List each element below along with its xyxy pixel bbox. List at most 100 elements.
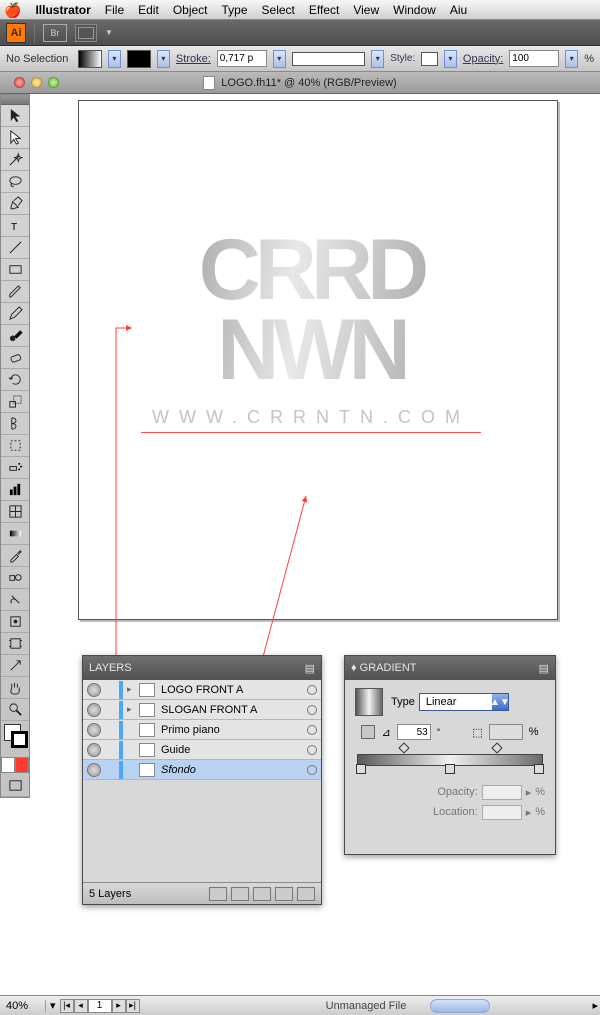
minimize-window-button[interactable] (31, 77, 42, 88)
arrange-documents-icon[interactable] (75, 24, 97, 42)
panel-menu-icon[interactable]: ▤ (305, 662, 315, 675)
style-swatch[interactable] (421, 52, 438, 66)
visibility-toggle-icon[interactable] (87, 743, 101, 757)
fill-stroke-control[interactable] (1, 721, 29, 757)
layer-row[interactable]: ▸ LOGO FRONT A (83, 680, 321, 700)
expand-icon[interactable]: ▸ (127, 684, 135, 695)
direct-selection-tool[interactable] (1, 127, 29, 149)
layer-name[interactable]: LOGO FRONT A (159, 684, 303, 696)
delete-layer-button[interactable] (297, 887, 315, 901)
menu-view[interactable]: View (353, 3, 379, 17)
menu-window[interactable]: Window (393, 3, 436, 17)
stroke-dropdown[interactable]: ▾ (157, 50, 170, 68)
layer-name[interactable]: Primo piano (159, 724, 303, 736)
locate-object-button[interactable] (209, 887, 227, 901)
stroke-box[interactable] (11, 731, 28, 748)
create-sublayer-button[interactable] (253, 887, 271, 901)
apple-menu[interactable]: 🍎 (4, 3, 21, 17)
zoom-level[interactable]: 40% (2, 1000, 46, 1012)
selection-tool[interactable] (1, 105, 29, 127)
horizontal-scrollbar[interactable] (430, 999, 490, 1013)
eraser-tool[interactable] (1, 347, 29, 369)
target-icon[interactable] (307, 725, 317, 735)
rotate-tool[interactable] (1, 369, 29, 391)
gradient-stop[interactable] (534, 764, 544, 774)
illustrator-icon[interactable]: Ai (6, 23, 26, 43)
visibility-toggle-icon[interactable] (87, 683, 101, 697)
menu-object[interactable]: Object (173, 3, 208, 17)
opacity-input[interactable] (509, 50, 559, 67)
prev-artboard-button[interactable]: ◂ (74, 999, 88, 1013)
pen-tool[interactable] (1, 193, 29, 215)
mesh-tool[interactable] (1, 501, 29, 523)
live-paint-selection-tool[interactable] (1, 611, 29, 633)
layer-row[interactable]: ▸ SLOGAN FRONT A (83, 700, 321, 720)
type-tool[interactable]: T (1, 215, 29, 237)
stroke-weight-dropdown[interactable]: ▾ (273, 50, 286, 68)
panel-menu-icon[interactable]: ▤ (539, 662, 549, 675)
gradient-ramp[interactable] (357, 744, 543, 774)
aspect-ratio-input[interactable] (489, 724, 523, 740)
gradient-stop[interactable] (356, 764, 366, 774)
menu-type[interactable]: Type (222, 3, 248, 17)
opacity-dropdown[interactable]: ▾ (565, 50, 578, 68)
last-artboard-button[interactable]: ▸| (126, 999, 140, 1013)
line-tool[interactable] (1, 237, 29, 259)
color-mode-normal[interactable] (1, 757, 15, 773)
stroke-weight-input[interactable] (217, 50, 267, 67)
new-layer-button[interactable] (275, 887, 293, 901)
layer-row[interactable]: Guide (83, 740, 321, 760)
gradient-midpoint[interactable] (398, 742, 409, 753)
gradient-opacity-input[interactable] (482, 785, 522, 800)
make-clipping-mask-button[interactable] (231, 887, 249, 901)
target-icon[interactable] (307, 685, 317, 695)
pencil-tool[interactable] (1, 303, 29, 325)
dropdown-icon[interactable]: ▲▼ (492, 694, 508, 710)
expand-icon[interactable]: ▸ (127, 704, 135, 715)
brush-swatch[interactable] (292, 52, 365, 66)
bridge-icon[interactable]: Br (43, 24, 67, 42)
target-icon[interactable] (307, 745, 317, 755)
zoom-window-button[interactable] (48, 77, 59, 88)
layer-row[interactable]: Sfondo (83, 760, 321, 780)
gradient-tool[interactable] (1, 523, 29, 545)
stroke-swatch[interactable] (127, 50, 151, 68)
gradient-type-dropdown[interactable]: Linear ▲▼ (419, 693, 509, 711)
artboard-number-input[interactable] (88, 999, 112, 1013)
zoom-tool[interactable] (1, 699, 29, 721)
eyedropper-tool[interactable] (1, 545, 29, 567)
slice-tool[interactable] (1, 655, 29, 677)
first-artboard-button[interactable]: |◂ (60, 999, 74, 1013)
dropdown-icon[interactable]: ▼ (105, 28, 113, 37)
menu-file[interactable]: File (105, 3, 124, 17)
menu-edit[interactable]: Edit (138, 3, 159, 17)
gradient-location-input[interactable] (482, 805, 522, 820)
menu-effect[interactable]: Effect (309, 3, 339, 17)
next-artboard-button[interactable]: ▸ (112, 999, 126, 1013)
layer-row[interactable]: Primo piano (83, 720, 321, 740)
brush-dropdown[interactable]: ▾ (371, 50, 384, 68)
layer-name[interactable]: SLOGAN FRONT A (159, 704, 303, 716)
gradient-preview[interactable] (355, 688, 383, 716)
blend-tool[interactable] (1, 567, 29, 589)
blob-brush-tool[interactable] (1, 325, 29, 347)
paintbrush-tool[interactable] (1, 281, 29, 303)
lasso-tool[interactable] (1, 171, 29, 193)
column-graph-tool[interactable] (1, 479, 29, 501)
gradient-midpoint[interactable] (491, 742, 502, 753)
live-paint-tool[interactable] (1, 589, 29, 611)
fill-swatch[interactable] (78, 50, 102, 68)
visibility-toggle-icon[interactable] (87, 703, 101, 717)
magic-wand-tool[interactable] (1, 149, 29, 171)
style-dropdown[interactable]: ▾ (444, 50, 457, 68)
color-mode-gradient[interactable] (15, 757, 29, 773)
gradient-angle-input[interactable] (397, 724, 431, 740)
screen-mode-button[interactable] (1, 775, 29, 797)
rectangle-tool[interactable] (1, 259, 29, 281)
app-menu[interactable]: Illustrator (35, 3, 90, 17)
layer-name[interactable]: Sfondo (159, 764, 303, 776)
hand-tool[interactable] (1, 677, 29, 699)
visibility-toggle-icon[interactable] (87, 763, 101, 777)
menu-select[interactable]: Select (262, 3, 295, 17)
close-window-button[interactable] (14, 77, 25, 88)
